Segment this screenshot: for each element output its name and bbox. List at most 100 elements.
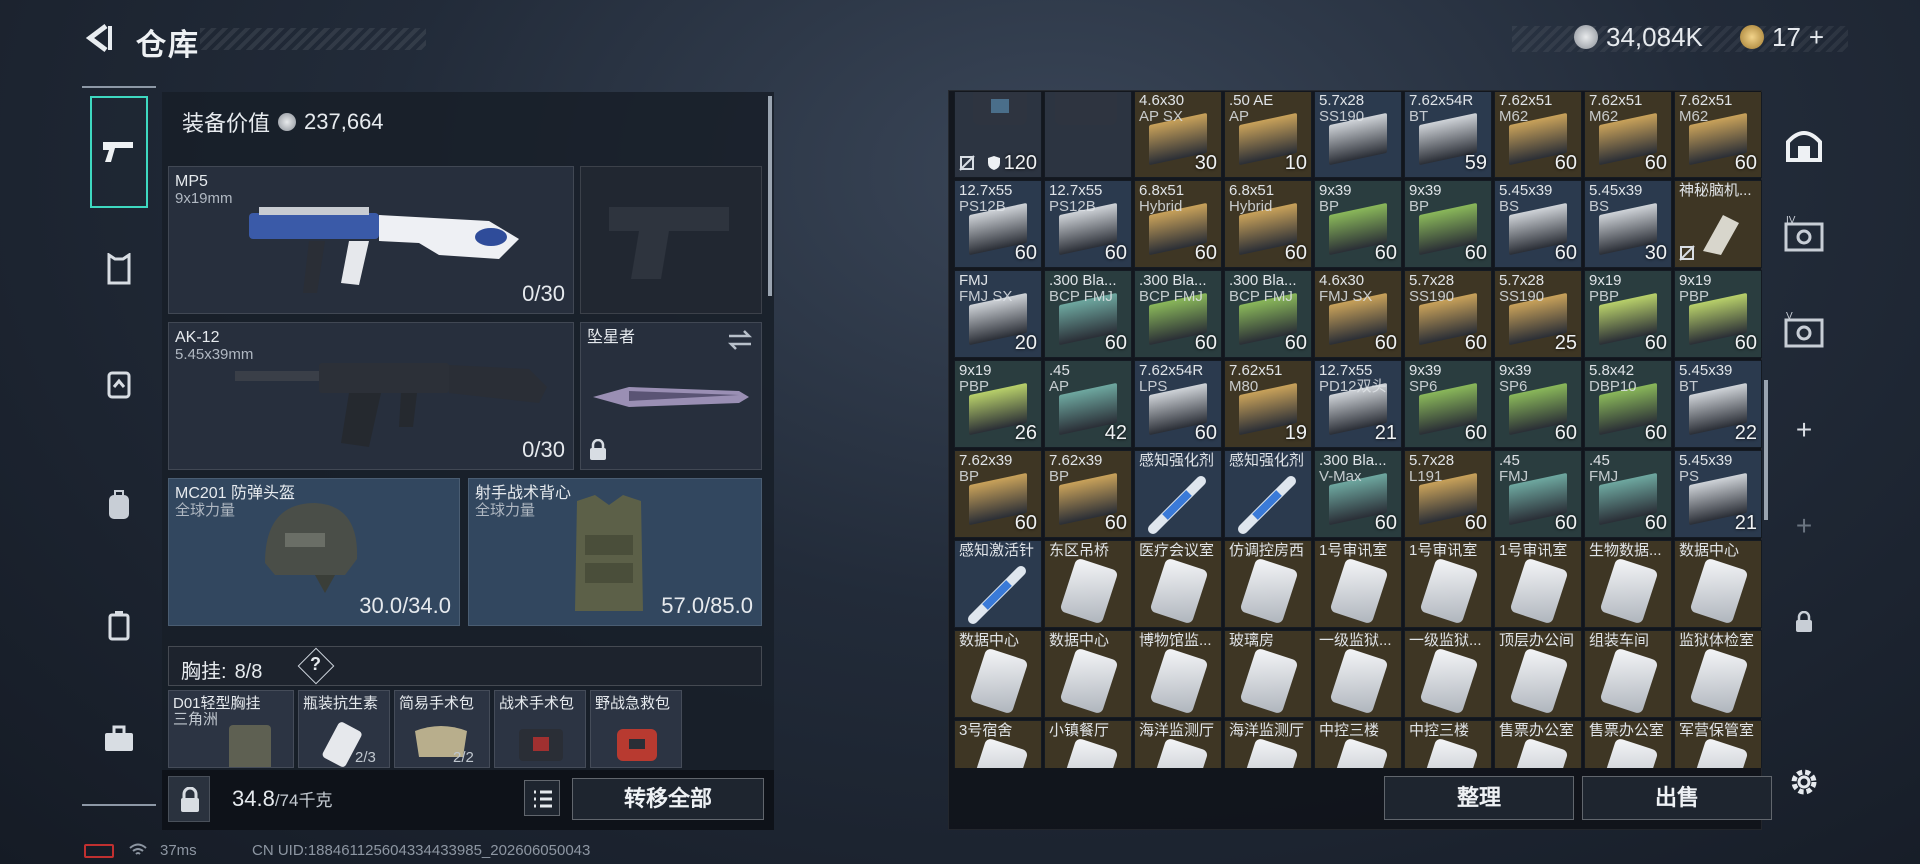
stash-item[interactable]: 数据中心	[1674, 540, 1762, 628]
stash-item[interactable]: 玻璃房	[1224, 630, 1312, 718]
stash-item[interactable]: 组装车间	[1584, 630, 1672, 718]
stash-item[interactable]: 9x39 SP6 60	[1404, 360, 1492, 448]
stash-item[interactable]: 7.62x54R BT 59	[1404, 92, 1492, 178]
stash-item[interactable]: 东区吊桥	[1044, 540, 1132, 628]
helmet-slot[interactable]: MC201 防弹头盔 全球力量 30.0/34.0	[168, 478, 460, 626]
stash-item[interactable]: 12.7x55 PS12B 60	[1044, 180, 1132, 268]
add-stash-tab-button[interactable]: +	[1780, 406, 1828, 454]
list-view-button[interactable]	[524, 780, 560, 816]
stash-item[interactable]: .45 FMJ 60	[1494, 450, 1582, 538]
stash-item[interactable]: 售票办公室	[1584, 720, 1672, 768]
rig-item-slot[interactable]: 简易手术包 2/2	[394, 690, 490, 768]
stash-item[interactable]: 生物数据...	[1584, 540, 1672, 628]
stash-item[interactable]: 120	[954, 92, 1042, 178]
stash-item[interactable]: 感知激活针	[954, 540, 1042, 628]
stash-item[interactable]: 感知强化剂	[1224, 450, 1312, 538]
stash-item[interactable]: 顶层办公间	[1494, 630, 1582, 718]
stash-item[interactable]: .300 Bla... BCP FMJ 60	[1044, 270, 1132, 358]
stash-item[interactable]: 中控三楼	[1314, 720, 1402, 768]
gold-currency[interactable]: 17 +	[1740, 20, 1824, 54]
stash-item[interactable]: .45 FMJ 60	[1584, 450, 1672, 538]
stash-item[interactable]: 5.45x39 BS 60	[1494, 180, 1582, 268]
stash-item[interactable]: 5.7x28 SS190 25	[1494, 270, 1582, 358]
stash-item[interactable]: FMJ FMJ SX 20	[954, 270, 1042, 358]
stash-scrollbar[interactable]	[1764, 380, 1768, 520]
stash-item[interactable]: 7.62x39 BP 60	[954, 450, 1042, 538]
stash-item[interactable]: 7.62x51 M80 19	[1224, 360, 1312, 448]
stash-item[interactable]: .300 Bla... V-Max 60	[1314, 450, 1402, 538]
nav-toolbox[interactable]	[90, 710, 148, 768]
stash-item[interactable]: 6.8x51 Hybrid 60	[1134, 180, 1222, 268]
stash-item[interactable]: 军营保管室	[1674, 720, 1762, 768]
stash-item[interactable]: 12.7x55 PD12双头 21	[1314, 360, 1402, 448]
sell-button[interactable]: 出售	[1582, 776, 1772, 820]
stash-item[interactable]: .300 Bla... BCP FMJ 60	[1134, 270, 1222, 358]
sort-button[interactable]: 整理	[1384, 776, 1574, 820]
stash-item[interactable]: 医疗会议室	[1134, 540, 1222, 628]
primary-weapon-slot[interactable]: MP5 9x19mm 0/30	[168, 166, 574, 314]
stash-item[interactable]: 感知强化剂	[1134, 450, 1222, 538]
stash-item[interactable]: 海洋监测厅	[1224, 720, 1312, 768]
lock-button[interactable]	[168, 776, 210, 822]
stash-item[interactable]: 5.8x42 DBP10 60	[1584, 360, 1672, 448]
stash-item[interactable]: 5.45x39 BT 22	[1674, 360, 1762, 448]
transfer-all-button[interactable]: 转移全部	[572, 778, 764, 820]
settings-button[interactable]	[1780, 758, 1828, 806]
stash-item[interactable]: 5.7x28 SS190	[1314, 92, 1402, 178]
nav-rig[interactable]	[90, 356, 148, 414]
stash-item[interactable]: 4.6x30 AP SX 30	[1134, 92, 1222, 178]
rig-item-slot[interactable]: 战术手术包	[494, 690, 586, 768]
vest-slot[interactable]: 射手战术背心 全球力量 57.0/85.0	[468, 478, 762, 626]
nav-case[interactable]	[90, 596, 148, 654]
stash-item[interactable]	[1044, 92, 1132, 178]
stash-item[interactable]: 3号宿舍	[954, 720, 1042, 768]
stash-item[interactable]: 一级监狱...	[1404, 630, 1492, 718]
stash-item[interactable]: 售票办公室	[1494, 720, 1582, 768]
stash-item[interactable]: 9x39 BP 60	[1404, 180, 1492, 268]
stash-item[interactable]: 1号审讯室	[1494, 540, 1582, 628]
stash-item[interactable]: 数据中心	[1044, 630, 1132, 718]
stash-tab-main[interactable]	[1780, 120, 1828, 168]
stash-item[interactable]: .300 Bla... BCP FMJ 60	[1224, 270, 1312, 358]
stash-item[interactable]: .50 AE AP 10	[1224, 92, 1312, 178]
stash-item[interactable]: 9x39 SP6 60	[1494, 360, 1582, 448]
stash-item[interactable]: 7.62x39 BP 60	[1044, 450, 1132, 538]
swap-icon[interactable]	[727, 329, 753, 351]
nav-armor[interactable]	[90, 240, 148, 298]
stash-tab-iv[interactable]: IV	[1780, 210, 1828, 258]
stash-tab-v[interactable]: V	[1780, 306, 1828, 354]
stash-item[interactable]: .45 AP 42	[1044, 360, 1132, 448]
rig-item-slot[interactable]: 瓶装抗生素 2/3	[298, 690, 390, 768]
stash-item[interactable]: 9x19 PBP 60	[1584, 270, 1672, 358]
loadout-scrollbar[interactable]	[768, 96, 772, 296]
stash-item[interactable]: 中控三楼	[1404, 720, 1492, 768]
stash-item[interactable]: 5.45x39 PS 21	[1674, 450, 1762, 538]
stash-item[interactable]: 神秘脑机...	[1674, 180, 1762, 268]
stash-item[interactable]: 9x19 PBP 26	[954, 360, 1042, 448]
melee-slot[interactable]: 坠星者	[580, 322, 762, 470]
rig-item-slot[interactable]: 野战急救包	[590, 690, 682, 768]
stash-item[interactable]: 4.6x30 FMJ SX 60	[1314, 270, 1402, 358]
stash-item[interactable]: 9x19 PBP 60	[1674, 270, 1762, 358]
stash-item[interactable]: 1号审讯室	[1404, 540, 1492, 628]
stash-item[interactable]: 博物馆监...	[1134, 630, 1222, 718]
add-gold-button[interactable]: +	[1809, 22, 1824, 53]
rig-item-slot[interactable]: D01轻型胸挂 三角洲	[168, 690, 294, 768]
stash-item[interactable]: 海洋监测厅	[1134, 720, 1222, 768]
stash-item[interactable]: 5.7x28 L191 60	[1404, 450, 1492, 538]
stash-item[interactable]: 小镇餐厅	[1044, 720, 1132, 768]
stash-item[interactable]: 6.8x51 Hybrid 60	[1224, 180, 1312, 268]
stash-item[interactable]: 7.62x51 M62 60	[1584, 92, 1672, 178]
sidearm-slot[interactable]	[580, 166, 762, 314]
stash-item[interactable]: 1号审讯室	[1314, 540, 1402, 628]
stash-item[interactable]: 5.7x28 SS190 60	[1404, 270, 1492, 358]
stash-item[interactable]: 监狱体检室	[1674, 630, 1762, 718]
nav-backpack[interactable]	[90, 476, 148, 534]
stash-item[interactable]: 数据中心	[954, 630, 1042, 718]
stash-item[interactable]: 9x39 BP 60	[1314, 180, 1402, 268]
stash-item[interactable]: 一级监狱...	[1314, 630, 1402, 718]
stash-item[interactable]: 仿调控房西	[1224, 540, 1312, 628]
stash-item[interactable]: 7.62x54R LPS 60	[1134, 360, 1222, 448]
secondary-weapon-slot[interactable]: AK-12 5.45x39mm 0/30	[168, 322, 574, 470]
stash-item[interactable]: 12.7x55 PS12B 60	[954, 180, 1042, 268]
